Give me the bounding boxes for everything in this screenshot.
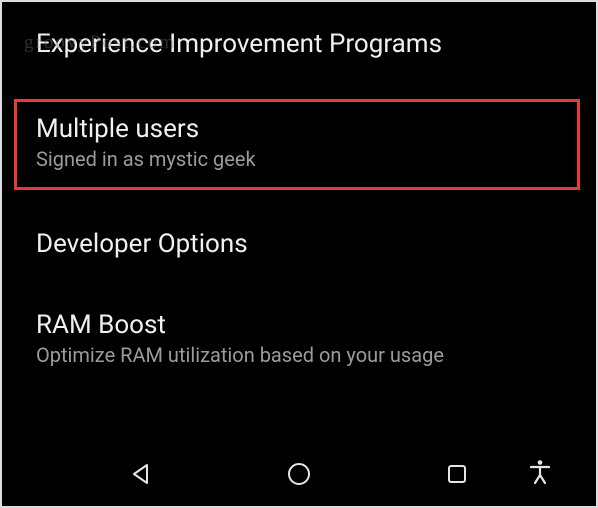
- back-triangle-icon: [130, 463, 152, 485]
- settings-item-multiple-users[interactable]: Multiple users Signed in as mystic geek: [14, 99, 580, 191]
- spacer: [2, 190, 596, 210]
- settings-list: Experience Improvement Programs Multiple…: [2, 2, 596, 386]
- nav-recent-button[interactable]: [433, 450, 481, 498]
- accessibility-icon: [529, 459, 551, 489]
- nav-back-button[interactable]: [117, 450, 165, 498]
- settings-screen: groovyPost.com Experience Improvement Pr…: [0, 0, 598, 508]
- accessibility-button[interactable]: [516, 450, 564, 498]
- navigation-bar: [2, 442, 596, 506]
- settings-item-ram-boost[interactable]: RAM Boost Optimize RAM utilization based…: [2, 291, 596, 387]
- settings-item-developer-options[interactable]: Developer Options: [2, 210, 596, 281]
- item-subtitle: Signed in as mystic geek: [36, 147, 562, 172]
- settings-item-experience-improvement[interactable]: Experience Improvement Programs: [2, 14, 596, 99]
- home-circle-icon: [287, 462, 311, 486]
- recent-square-icon: [447, 464, 467, 484]
- item-title: Developer Options: [36, 228, 566, 261]
- item-title: Experience Improvement Programs: [36, 28, 566, 61]
- item-title: Multiple users: [36, 113, 562, 146]
- item-subtitle: Optimize RAM utilization based on your u…: [36, 343, 566, 368]
- nav-home-button[interactable]: [275, 450, 323, 498]
- item-title: RAM Boost: [36, 309, 566, 342]
- spacer: [2, 281, 596, 291]
